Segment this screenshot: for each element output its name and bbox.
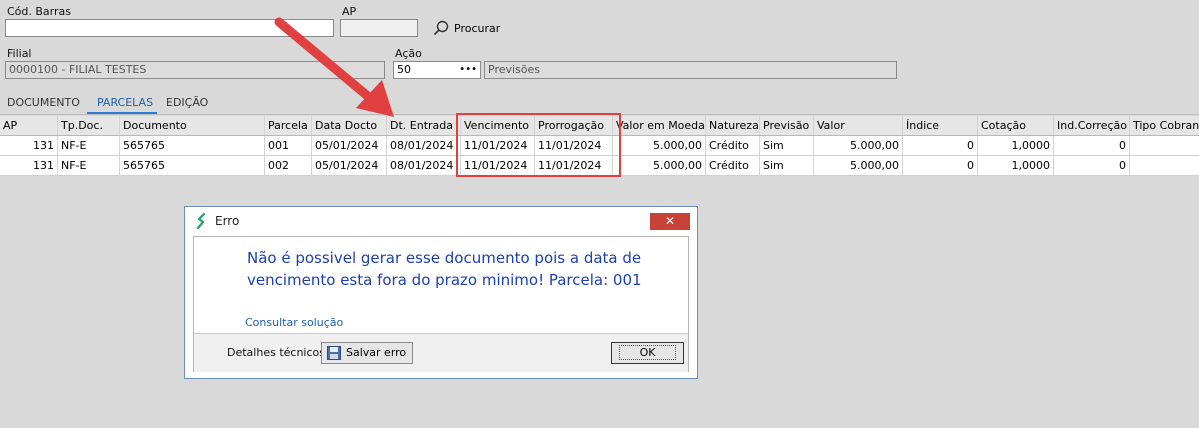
- annotation-highlight-box: [456, 113, 621, 177]
- app-logo-icon: [196, 213, 206, 229]
- dialog-titlebar[interactable]: Erro ✕: [185, 207, 697, 235]
- col-header-cotacao[interactable]: Cotação: [978, 116, 1054, 135]
- cell-dt-entrada: 08/01/2024: [387, 136, 461, 155]
- procurar-label: Procurar: [454, 22, 501, 35]
- acao-value: 50: [397, 63, 411, 76]
- cod-barras-input[interactable]: [5, 19, 334, 37]
- cell-tpdoc: NF-E: [58, 156, 120, 175]
- acao-lookup-button[interactable]: •••: [459, 62, 477, 78]
- salvar-erro-label: Salvar erro: [346, 346, 407, 359]
- save-icon: [327, 346, 341, 360]
- salvar-erro-button[interactable]: Salvar erro: [321, 342, 413, 364]
- cell-ap: 131: [0, 156, 58, 175]
- col-header-tipo-cobranca[interactable]: Tipo Cobran: [1130, 116, 1199, 135]
- detalhes-tecnicos-link[interactable]: Detalhes técnicos: [227, 346, 325, 359]
- col-header-valor[interactable]: Valor: [814, 116, 903, 135]
- acao-label: Ação: [395, 47, 422, 60]
- col-header-dt-entrada[interactable]: Dt. Entrada: [387, 116, 461, 135]
- cell-valor-moeda: 5.000,00: [613, 136, 706, 155]
- cell-natureza: Crédito: [706, 156, 760, 175]
- error-dialog: Erro ✕ Não é possivel gerar esse documen…: [184, 206, 698, 379]
- cell-cotacao: 1,0000: [978, 156, 1054, 175]
- close-icon: ✕: [664, 214, 676, 228]
- cell-tipo-cobranca: [1130, 136, 1199, 155]
- acao-description-field: Previsões: [484, 61, 897, 79]
- col-header-parcela[interactable]: Parcela: [265, 116, 312, 135]
- search-icon: [433, 20, 449, 36]
- cell-documento: 565765: [120, 136, 265, 155]
- col-header-ap[interactable]: AP: [0, 116, 58, 135]
- error-message-line2: vencimento esta fora do prazo minimo! Pa…: [247, 271, 642, 289]
- cell-ind-correcao: 0: [1054, 136, 1130, 155]
- col-header-natureza[interactable]: Natureza: [706, 116, 760, 135]
- error-message-line1: Não é possivel gerar esse documento pois…: [247, 249, 642, 267]
- col-header-ind-correcao[interactable]: Ind.Correção: [1054, 116, 1130, 135]
- filial-label: Filial: [7, 47, 32, 60]
- cell-previsao: Sim: [760, 136, 814, 155]
- dialog-footer: Detalhes técnicos Salvar erro OK: [194, 333, 688, 372]
- cell-cotacao: 1,0000: [978, 136, 1054, 155]
- dialog-body: Não é possivel gerar esse documento pois…: [193, 236, 689, 372]
- cell-tipo-cobranca: [1130, 156, 1199, 175]
- ap-input[interactable]: [340, 19, 418, 37]
- cell-valor-moeda: 5.000,00: [613, 156, 706, 175]
- cell-ap: 131: [0, 136, 58, 155]
- col-header-valor-moeda[interactable]: Valor em Moeda: [613, 116, 706, 135]
- close-button[interactable]: ✕: [650, 213, 690, 230]
- ap-label: AP: [342, 5, 357, 18]
- ok-button[interactable]: OK: [611, 342, 684, 364]
- cell-data-docto: 05/01/2024: [312, 156, 387, 175]
- cell-data-docto: 05/01/2024: [312, 136, 387, 155]
- cell-indice: 0: [903, 136, 978, 155]
- cell-dt-entrada: 08/01/2024: [387, 156, 461, 175]
- consultar-solucao-link[interactable]: Consultar solução: [245, 316, 343, 329]
- cod-barras-label: Cód. Barras: [7, 5, 71, 18]
- col-header-documento[interactable]: Documento: [120, 116, 265, 135]
- cell-parcela: 002: [265, 156, 312, 175]
- cell-documento: 565765: [120, 156, 265, 175]
- col-header-previsao[interactable]: Previsão: [760, 116, 814, 135]
- cell-indice: 0: [903, 156, 978, 175]
- filial-field[interactable]: 0000100 - FILIAL TESTES: [5, 61, 385, 79]
- ok-label: OK: [618, 345, 677, 360]
- tab-documento[interactable]: DOCUMENTO: [7, 96, 80, 109]
- col-header-indice[interactable]: Índice: [903, 116, 978, 135]
- cell-previsao: Sim: [760, 156, 814, 175]
- acao-input[interactable]: 50 •••: [393, 61, 481, 79]
- error-message: Não é possivel gerar esse documento pois…: [247, 247, 667, 291]
- dialog-title: Erro: [215, 214, 240, 228]
- cell-valor: 5.000,00: [814, 136, 903, 155]
- cell-valor: 5.000,00: [814, 156, 903, 175]
- cell-ind-correcao: 0: [1054, 156, 1130, 175]
- col-header-tpdoc[interactable]: Tp.Doc.: [58, 116, 120, 135]
- cell-parcela: 001: [265, 136, 312, 155]
- tab-parcelas[interactable]: PARCELAS: [97, 96, 153, 109]
- cell-tpdoc: NF-E: [58, 136, 120, 155]
- cell-natureza: Crédito: [706, 136, 760, 155]
- tab-edicao[interactable]: EDIÇÃO: [166, 96, 208, 109]
- col-header-data-docto[interactable]: Data Docto: [312, 116, 387, 135]
